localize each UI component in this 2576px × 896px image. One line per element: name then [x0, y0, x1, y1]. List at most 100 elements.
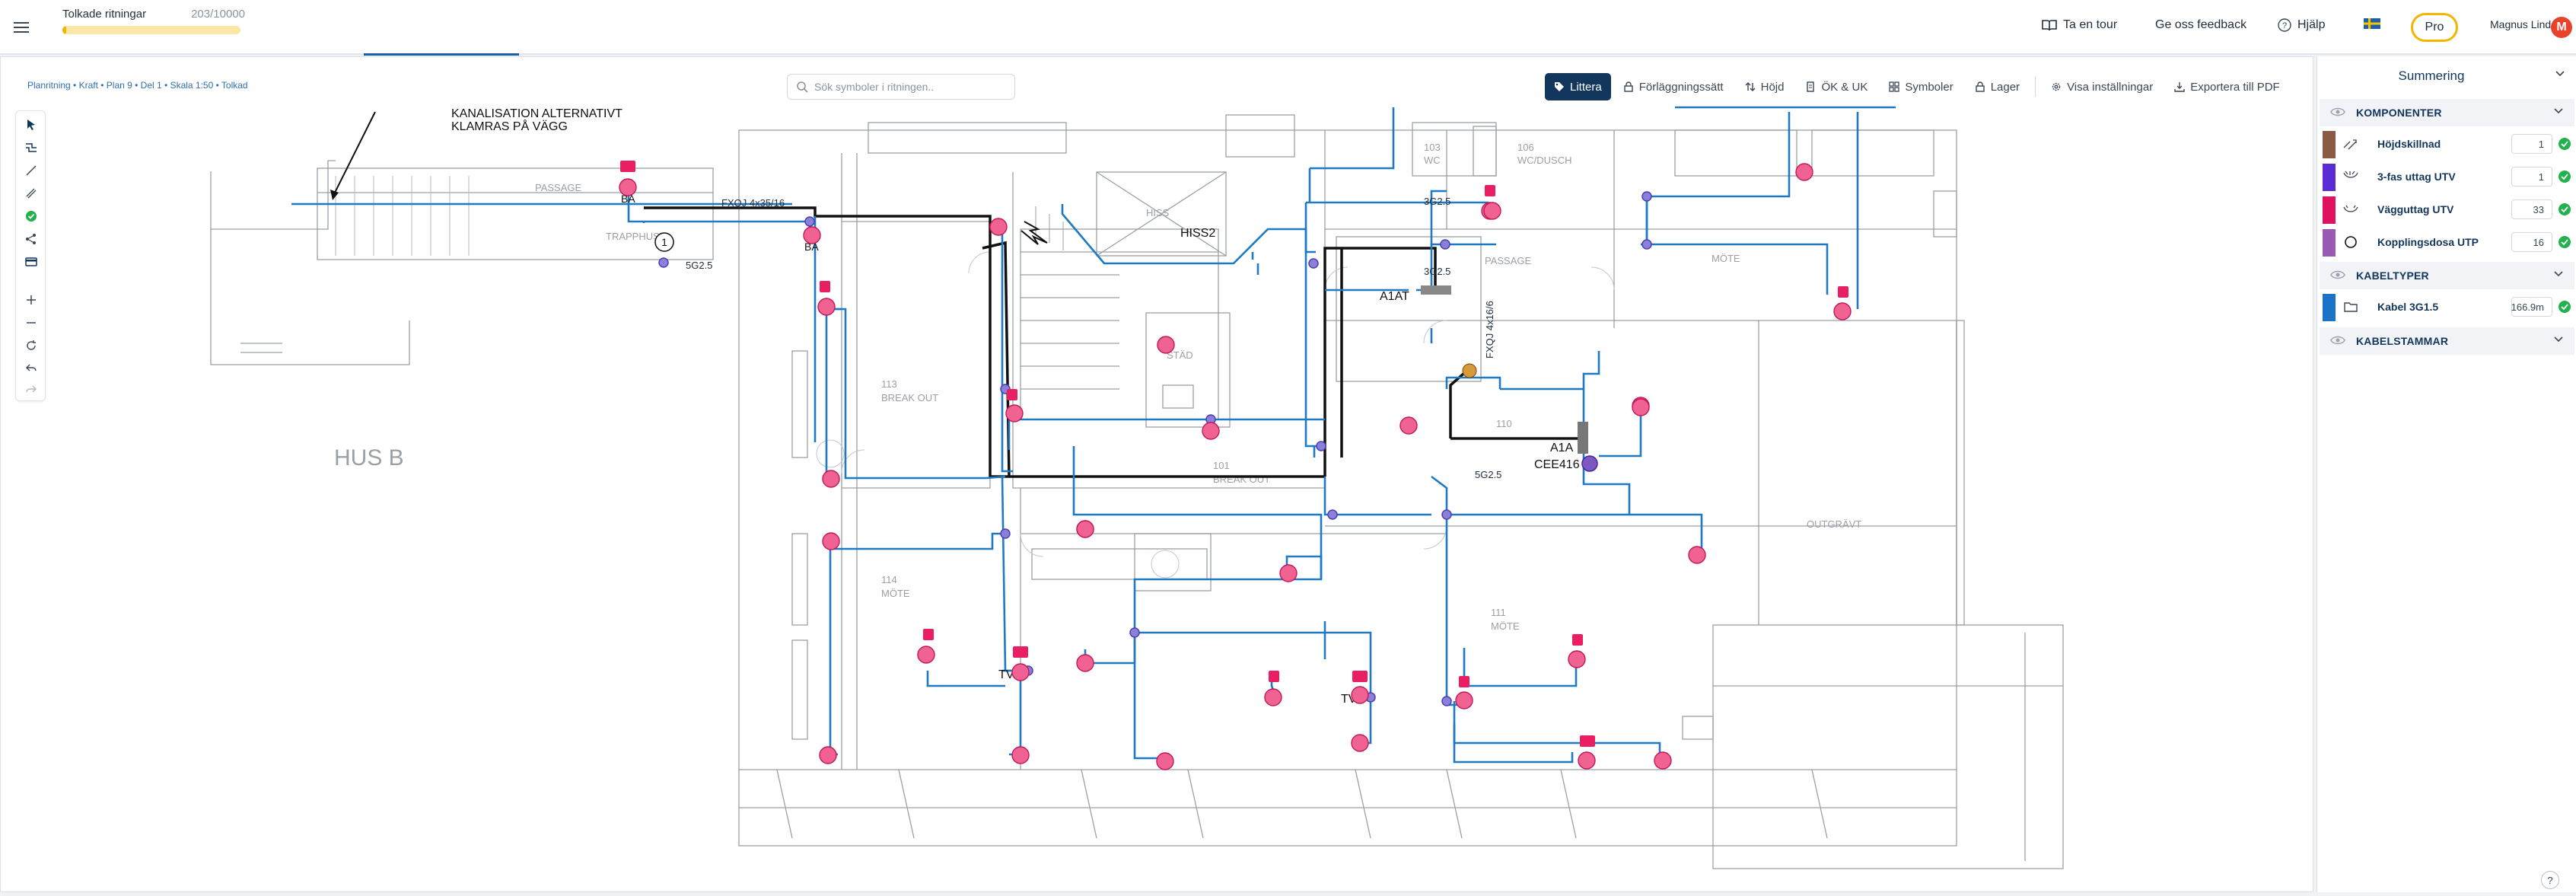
user-name[interactable]: Magnus Lind: [2490, 18, 2551, 30]
zoom-in-button[interactable]: [22, 291, 40, 309]
junction-box[interactable]: [1327, 509, 1338, 520]
wall-outlet[interactable]: [1279, 564, 1298, 582]
wall-outlet[interactable]: [1654, 751, 1672, 770]
section-komponenter[interactable]: KOMPONENTER: [2320, 99, 2574, 126]
wall-outlet[interactable]: [1455, 691, 1473, 709]
chevron-down-icon[interactable]: [2553, 270, 2564, 278]
wall-outlet[interactable]: [822, 532, 840, 550]
distribution-board-a1a[interactable]: [1578, 422, 1588, 454]
wall-outlet[interactable]: [1578, 751, 1596, 770]
line-tool[interactable]: [22, 161, 40, 180]
undo-button[interactable]: [22, 359, 40, 378]
check-circle-icon[interactable]: [2558, 300, 2571, 314]
wall-outlet[interactable]: [917, 646, 935, 664]
check-circle-icon[interactable]: [2558, 235, 2571, 249]
share-tool[interactable]: [22, 230, 40, 248]
wall-outlet[interactable]: [989, 218, 1008, 236]
component-quantity[interactable]: 33: [2511, 199, 2552, 219]
component-quantity[interactable]: 16: [2511, 232, 2552, 252]
wall-outlet[interactable]: [1202, 422, 1220, 440]
three-phase-outlet[interactable]: [1581, 455, 1598, 472]
drawing-canvas[interactable]: PASSAGE TRAPPHUS 113 BREAK OUT 101 BREAK…: [0, 56, 2313, 892]
component-quantity[interactable]: 1: [2511, 134, 2552, 154]
littera-button[interactable]: Littera: [1545, 73, 1611, 100]
junction-box[interactable]: [1129, 627, 1140, 638]
wall-outlet[interactable]: [1483, 202, 1501, 220]
junction-box[interactable]: [1641, 239, 1652, 250]
pro-badge[interactable]: Pro: [2411, 13, 2458, 42]
symbol-search[interactable]: [787, 74, 1015, 100]
junction-box[interactable]: [1316, 441, 1326, 451]
menu-button[interactable]: [6, 14, 37, 41]
tour-button[interactable]: Ta en tour: [2042, 18, 2117, 32]
zoom-out-button[interactable]: [22, 314, 40, 332]
check-circle-icon[interactable]: [2558, 170, 2571, 183]
wall-outlets[interactable]: [619, 163, 1852, 770]
wall-outlet[interactable]: [1076, 520, 1094, 538]
floor-plan[interactable]: PASSAGE TRAPPHUS 113 BREAK OUT 101 BREAK…: [1, 57, 2313, 892]
component-quantity[interactable]: 1: [2511, 167, 2552, 187]
junction-box[interactable]: [1641, 191, 1652, 202]
wall-outlet[interactable]: [1011, 663, 1030, 681]
wall-outlet[interactable]: [1005, 404, 1024, 422]
approve-tool[interactable]: [22, 207, 40, 225]
component-row-vagguttag[interactable]: Vägguttag UTV 33: [2320, 195, 2574, 224]
avatar[interactable]: M: [2551, 17, 2572, 38]
check-circle-icon[interactable]: [2558, 202, 2571, 216]
wall-outlet[interactable]: [1157, 336, 1175, 354]
section-kabelstammar[interactable]: KABELSTAMMAR: [2320, 327, 2574, 355]
export-pdf-button[interactable]: Exportera till PDF: [2165, 73, 2289, 100]
measure-tool[interactable]: [22, 184, 40, 202]
junction-box[interactable]: [1000, 528, 1011, 539]
wall-outlet[interactable]: [1011, 746, 1030, 764]
wall-outlet[interactable]: [1076, 654, 1094, 672]
chevron-down-icon[interactable]: [2555, 70, 2565, 78]
section-kabeltyper[interactable]: KABELTYPER: [2320, 262, 2574, 289]
ok-uk-button[interactable]: ÖK & UK: [1796, 73, 1877, 100]
distribution-board-a1at[interactable]: [1421, 285, 1451, 295]
wall-outlet[interactable]: [1399, 416, 1418, 435]
wall-outlet[interactable]: [1351, 734, 1369, 752]
wall-outlet[interactable]: [817, 298, 836, 316]
component-row-hojdskillnad[interactable]: Höjdskillnad 1: [2320, 129, 2574, 158]
wall-outlet[interactable]: [619, 178, 637, 196]
wall-outlet[interactable]: [1795, 163, 1813, 181]
junction-box[interactable]: [658, 257, 669, 268]
cable-tool[interactable]: [22, 139, 40, 157]
chevron-down-icon[interactable]: [2553, 336, 2564, 343]
select-tool[interactable]: [22, 116, 40, 134]
wall-outlet[interactable]: [1264, 688, 1282, 706]
wall-outlet[interactable]: [803, 226, 821, 244]
hojd-button[interactable]: Höjd: [1735, 73, 1794, 100]
junction-box[interactable]: [1441, 696, 1452, 706]
wall-outlet[interactable]: [1351, 686, 1369, 704]
junction-box[interactable]: [1308, 258, 1319, 269]
language-flag-button[interactable]: [2364, 18, 2380, 29]
wall-outlet[interactable]: [1833, 302, 1852, 320]
wall-outlet[interactable]: [1688, 546, 1706, 564]
search-input[interactable]: [814, 81, 997, 93]
check-circle-icon[interactable]: [2558, 137, 2571, 151]
wall-outlet[interactable]: [1568, 650, 1586, 668]
visa-installningar-button[interactable]: Visa inställningar: [2042, 73, 2163, 100]
help-button[interactable]: ? Hjälp: [2278, 18, 2325, 32]
cable-length[interactable]: 166.9m: [2511, 297, 2552, 317]
breadcrumb[interactable]: Planritning • Kraft • Plan 9 • Del 1 • S…: [27, 80, 248, 91]
eye-icon[interactable]: [2330, 335, 2345, 346]
junction-box[interactable]: [1440, 239, 1450, 250]
eye-icon[interactable]: [2330, 269, 2345, 280]
symboler-button[interactable]: Symboler: [1880, 73, 1963, 100]
cable-row-3g15[interactable]: Kabel 3G1.5 166.9m: [2320, 292, 2574, 321]
eye-icon[interactable]: [2330, 107, 2345, 117]
help-fab-button[interactable]: ?: [2541, 871, 2559, 889]
wall-outlet[interactable]: [1156, 752, 1174, 770]
card-tool[interactable]: [22, 253, 40, 271]
junction-box[interactable]: [804, 216, 815, 227]
forlaggning-button[interactable]: Förläggningssätt: [1613, 73, 1733, 100]
component-row-kopplingsdosa[interactable]: Kopplingsdosa UTP 16: [2320, 228, 2574, 257]
wall-outlet[interactable]: [822, 470, 840, 488]
feedback-button[interactable]: Ge oss feedback: [2155, 18, 2246, 32]
chevron-down-icon[interactable]: [2553, 107, 2564, 115]
component-row-3fas[interactable]: 3-fas uttag UTV 1: [2320, 162, 2574, 191]
redo-button[interactable]: [22, 381, 40, 399]
